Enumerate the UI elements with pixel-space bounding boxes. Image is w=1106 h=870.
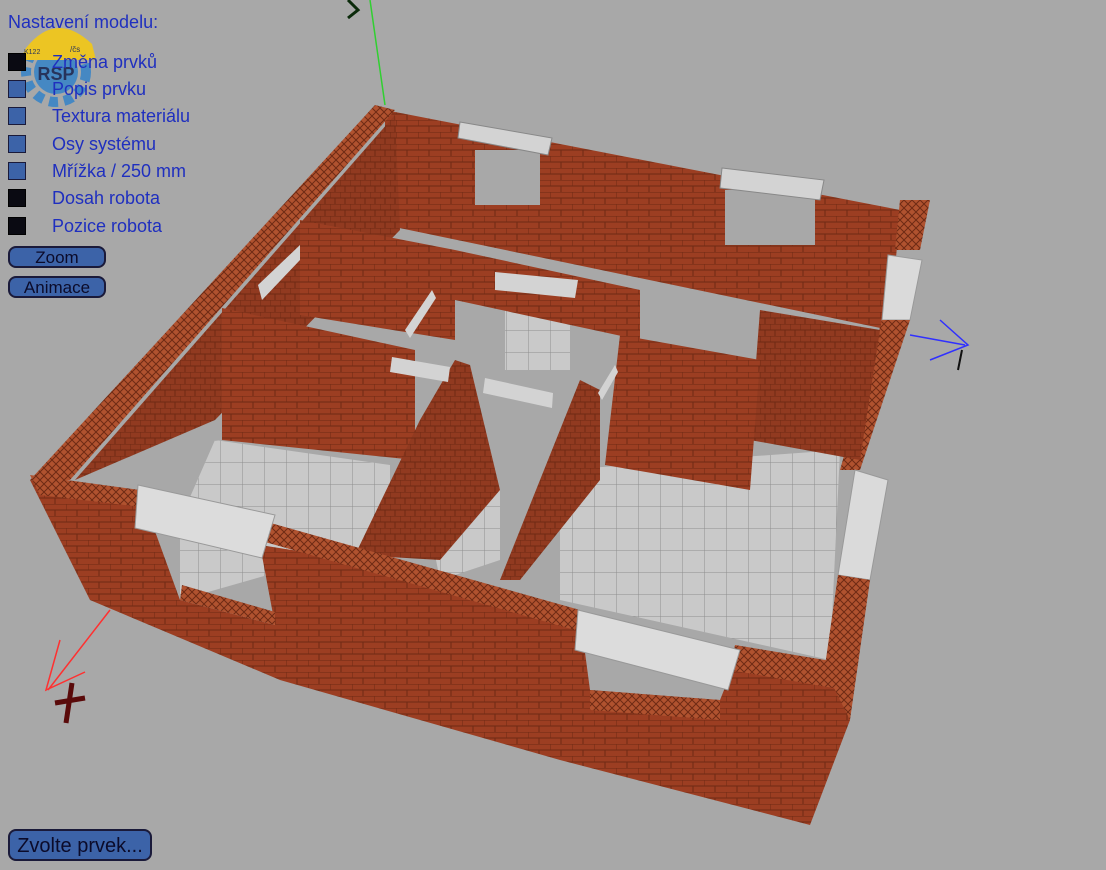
option-system-axes[interactable]: Osy systému: [8, 133, 156, 155]
checkbox-grid[interactable]: [8, 162, 26, 180]
option-change-elements[interactable]: Změna prvků: [8, 51, 157, 73]
option-robot-reach[interactable]: Dosah robota: [8, 187, 160, 209]
logo-small-left: K122: [24, 49, 40, 56]
panel-title: Nastavení modelu:: [8, 12, 159, 32]
select-element-button[interactable]: Zvolte prvek...: [8, 829, 152, 861]
option-label: Pozice robota: [52, 216, 163, 236]
checkbox-system-axes[interactable]: [8, 135, 26, 153]
checkbox-material-texture[interactable]: [8, 107, 26, 125]
option-robot-position[interactable]: Pozice robota: [8, 215, 162, 237]
checkbox-element-description[interactable]: [8, 80, 26, 98]
animate-button[interactable]: Animace: [8, 276, 106, 298]
option-label: Mřížka / 250 mm: [52, 161, 187, 181]
option-material-texture[interactable]: Textura materiálu: [8, 105, 190, 127]
zoom-button[interactable]: Zoom: [8, 246, 106, 268]
option-grid[interactable]: Mřížka / 250 mm: [8, 160, 186, 182]
option-label: Popis prvku: [52, 79, 147, 99]
option-label: Změna prvků: [52, 52, 158, 72]
checkbox-robot-reach[interactable]: [8, 189, 26, 207]
checkbox-change-elements[interactable]: [8, 53, 26, 71]
option-label: Osy systému: [52, 134, 157, 154]
option-label: Dosah robota: [52, 188, 161, 208]
option-element-description[interactable]: Popis prvku: [8, 78, 146, 100]
checkbox-robot-position[interactable]: [8, 217, 26, 235]
option-label: Textura materiálu: [52, 106, 191, 126]
model-viewport[interactable]: [0, 0, 1106, 870]
